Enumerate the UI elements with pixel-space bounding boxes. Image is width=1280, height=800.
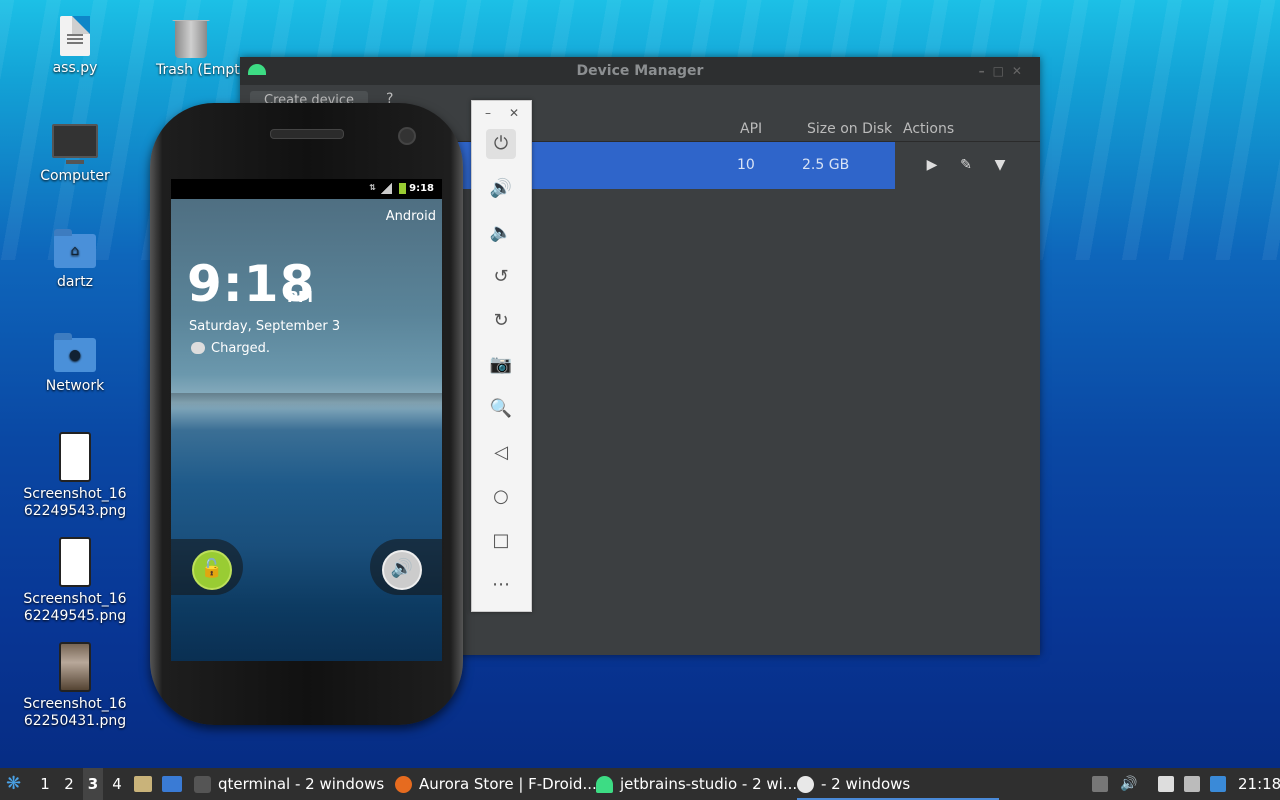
desktop-icon-dartz[interactable]: ⌂ dartz (15, 229, 135, 291)
camera-icon[interactable]: 📷 (486, 350, 516, 380)
home-folder-icon: ⌂ (54, 229, 96, 268)
column-size[interactable]: Size on Disk (807, 121, 892, 137)
status-bar: ⇅ 9:18 (171, 179, 442, 199)
column-actions: Actions (903, 121, 955, 137)
phone-emulator: ⇅ 9:18 Android 9:18 PM Saturday, Septemb… (150, 103, 463, 725)
unlock-icon[interactable]: 🔓 (192, 550, 232, 590)
image-file-icon (59, 642, 91, 692)
notification-icon[interactable] (1210, 776, 1226, 792)
network-icon[interactable] (1184, 776, 1200, 792)
firefox-icon (395, 776, 412, 793)
rotate-right-icon[interactable]: ↻ (486, 306, 516, 336)
rotate-left-icon[interactable]: ↺ (486, 262, 516, 292)
image-file-icon (59, 432, 91, 482)
task-label: Aurora Store | F-Droid... (419, 775, 597, 793)
network-folder-icon: ● (54, 333, 96, 372)
horizon (171, 393, 442, 409)
column-api[interactable]: API (740, 121, 762, 137)
lockscreen-date: Saturday, September 3 (189, 319, 341, 334)
zoom-icon[interactable]: 🔍 (486, 394, 516, 424)
desktop-icon-label: Screenshot_1662249545.png (23, 591, 127, 624)
earpiece (270, 129, 344, 139)
desktop-icon-screenshot-3[interactable]: Screenshot_1662250431.png (15, 642, 135, 730)
charging-icon (191, 342, 205, 354)
clock[interactable]: 21:18 (1238, 768, 1280, 800)
back-icon[interactable]: ◁ (486, 438, 516, 468)
task-emulator[interactable]: - 2 windows (797, 768, 999, 800)
front-camera (398, 127, 416, 145)
volume-up-icon[interactable]: 🔊 (486, 174, 516, 204)
desktop-icon-label: dartz (56, 274, 94, 290)
trash-icon (172, 20, 210, 58)
unlock-slider: 🔓 🔊 (171, 537, 442, 597)
desktop-icon-trash[interactable]: Trash (Empty) (142, 20, 240, 79)
workspace-3[interactable]: 3 (83, 768, 103, 800)
minimize-icon[interactable]: – (485, 106, 491, 120)
cell-size: 2.5 GB (802, 157, 850, 173)
task-aurora-store[interactable]: Aurora Store | F-Droid... (395, 768, 597, 800)
window-titlebar[interactable]: Device Manager –□✕ (240, 57, 1040, 85)
power-icon[interactable]: ⏻ (486, 129, 516, 159)
taskbar: ❋ 1 2 3 4 qterminal - 2 windows Aurora S… (0, 768, 1280, 800)
emulator-icon (797, 776, 814, 793)
android-icon (596, 776, 613, 793)
desktop-icon-screenshot-1[interactable]: Screenshot_1662249543.png (15, 432, 135, 520)
desktop-icon-label: Screenshot_1662250431.png (23, 696, 127, 729)
battery-icon (399, 183, 406, 194)
workspace-2[interactable]: 2 (59, 768, 79, 800)
lockscreen-wallpaper: Android 9:18 PM Saturday, September 3 Ch… (171, 199, 442, 661)
text-file-icon (60, 16, 90, 56)
task-jetbrains-studio[interactable]: jetbrains-studio - 2 wi... (596, 768, 797, 800)
terminal-icon (194, 776, 211, 793)
desktop-icon-ass-py[interactable]: ass.py (15, 16, 135, 77)
android-icon (248, 64, 266, 75)
workspace-4[interactable]: 4 (107, 768, 127, 800)
volume-icon[interactable]: 🔊 (1120, 776, 1137, 792)
cell-api: 10 (737, 157, 755, 173)
desktop-icon-computer[interactable]: Computer (15, 124, 135, 185)
desktop-icon-label: Network (45, 378, 105, 394)
status-time: 9:18 (409, 183, 434, 194)
emulator-toolbar: – ✕ ⏻ 🔊 🔈 ↺ ↻ 📷 🔍 ◁ ○ □ ⋯ (471, 100, 532, 612)
lockscreen-ampm: PM (287, 288, 313, 306)
workspace-1[interactable]: 1 (35, 768, 55, 800)
close-icon[interactable]: ✕ (509, 106, 519, 120)
edit-icon[interactable]: ✎ (957, 156, 975, 174)
phone-screen[interactable]: ⇅ 9:18 Android 9:18 PM Saturday, Septemb… (171, 179, 442, 661)
more-icon[interactable]: ⋯ (486, 570, 516, 600)
chevron-down-icon[interactable]: ▼ (991, 156, 1009, 174)
task-label: - 2 windows (821, 775, 911, 793)
desktop-icon-label: Screenshot_1662249543.png (23, 486, 127, 519)
task-label: jetbrains-studio - 2 wi... (620, 775, 798, 793)
sound-tab[interactable]: 🔊 (370, 539, 442, 595)
desktop-icon-label: ass.py (52, 60, 98, 76)
window-controls[interactable]: –□✕ (979, 57, 1030, 85)
unlock-tab[interactable]: 🔓 (171, 539, 243, 595)
desktop-icon-screenshot-2[interactable]: Screenshot_1662249545.png (15, 537, 135, 625)
overview-icon[interactable]: □ (486, 526, 516, 556)
window-title: Device Manager (576, 63, 704, 79)
volume-down-icon[interactable]: 🔈 (486, 218, 516, 248)
carrier-label: Android (385, 209, 436, 224)
home-icon[interactable]: ○ (486, 482, 516, 512)
desktop-icon-label: Trash (Empty) (156, 62, 240, 78)
computer-icon (52, 124, 98, 164)
image-file-icon (59, 537, 91, 587)
tray-up-icon[interactable] (1092, 776, 1108, 792)
launch-icon[interactable]: ▶ (923, 156, 941, 174)
task-qterminal[interactable]: qterminal - 2 windows (194, 768, 384, 800)
row-actions: ▶ ✎ ▼ (895, 142, 1040, 189)
sound-icon[interactable]: 🔊 (382, 550, 422, 590)
desktop-icon-label: Computer (40, 168, 110, 184)
clipboard-icon[interactable] (1158, 776, 1174, 792)
desktop-icon-network[interactable]: ● Network (15, 333, 135, 395)
app-menu-icon[interactable]: ❋ (6, 768, 26, 800)
battery-status: Charged. (211, 341, 271, 356)
task-label: qterminal - 2 windows (218, 775, 385, 793)
signal-icon (380, 183, 392, 194)
data-icon: ⇅ (369, 183, 376, 192)
